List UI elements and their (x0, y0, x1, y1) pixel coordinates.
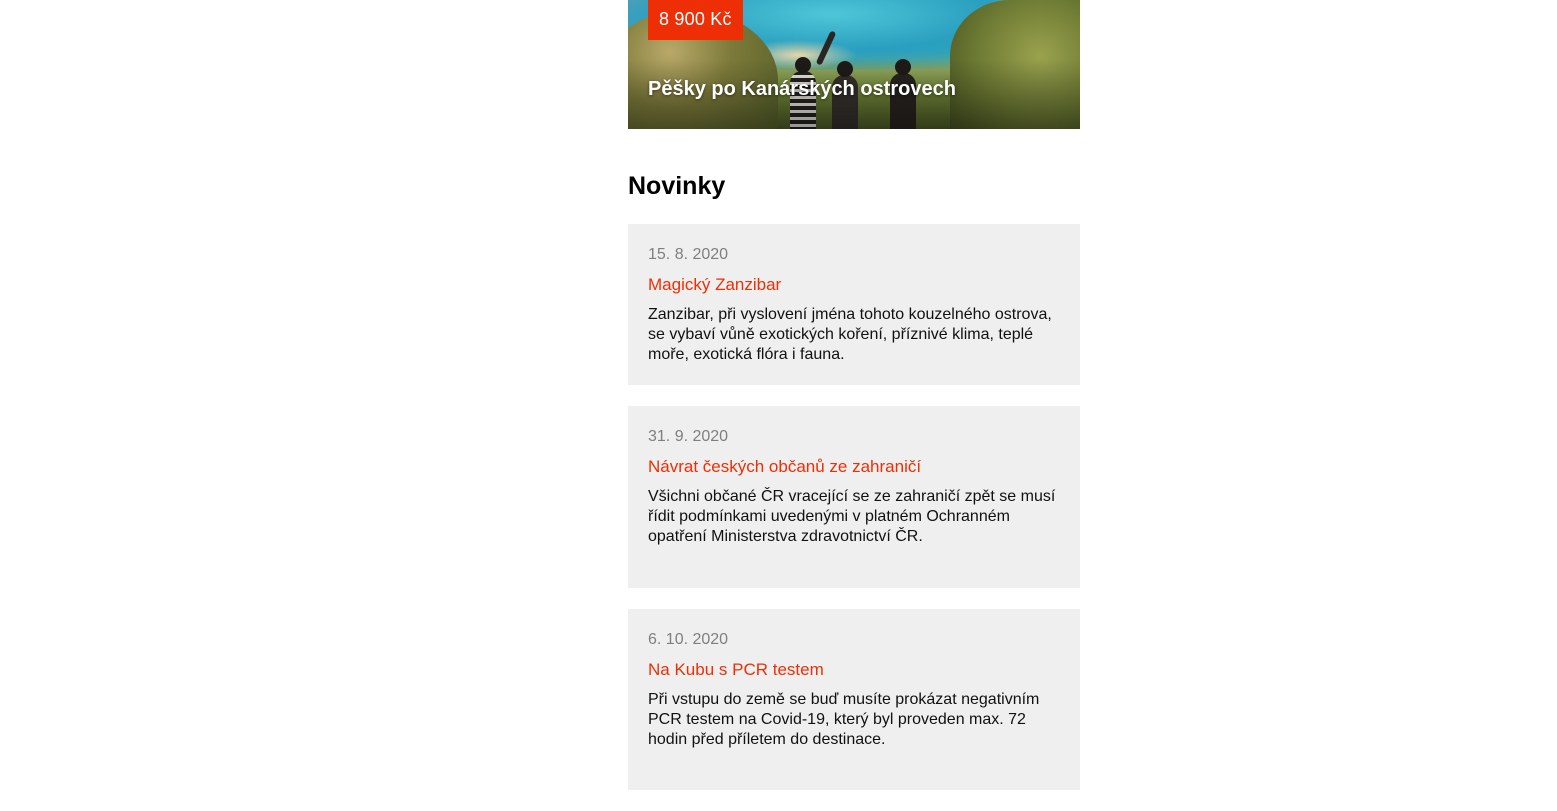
news-excerpt: Při vstupu do země se buď musíte prokáza… (648, 691, 1040, 748)
content-column: 8 900 Kč Pěšky po Kanárských ostrovech N… (628, 0, 1080, 790)
news-excerpt: Všichni občané ČR vracející se ze zahran… (648, 488, 1056, 545)
news-date: 31. 9. 2020 (648, 428, 729, 445)
news-section-heading: Novinky (628, 172, 726, 200)
news-date: 15. 8. 2020 (648, 246, 729, 263)
promo-card-canary-islands[interactable]: 8 900 Kč Pěšky po Kanárských ostrovech (628, 0, 1080, 129)
promo-title[interactable]: Pěšky po Kanárských ostrovech (648, 78, 956, 101)
price-badge: 8 900 Kč (648, 0, 743, 40)
news-title-link[interactable]: Na Kubu s PCR testem (648, 660, 1060, 680)
news-item[interactable]: 6. 10. 2020 Na Kubu s PCR testem Při vst… (628, 609, 1080, 790)
news-title-link[interactable]: Návrat českých občanů ze zahraničí (648, 457, 1060, 477)
news-item[interactable]: 15. 8. 2020 Magický Zanzibar Zanzibar, p… (628, 224, 1080, 385)
news-date: 6. 10. 2020 (648, 631, 729, 648)
news-list: 15. 8. 2020 Magický Zanzibar Zanzibar, p… (628, 224, 1080, 790)
news-item[interactable]: 31. 9. 2020 Návrat českých občanů ze zah… (628, 406, 1080, 588)
news-excerpt: Zanzibar, při vyslovení jména tohoto kou… (648, 306, 1052, 363)
news-title-link[interactable]: Magický Zanzibar (648, 275, 1060, 295)
